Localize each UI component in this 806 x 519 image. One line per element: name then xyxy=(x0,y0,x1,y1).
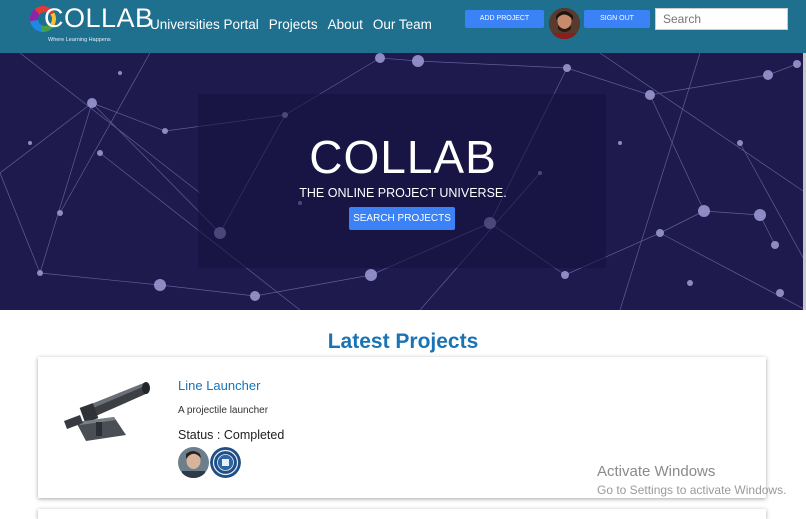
navbar: COLLAB Where Learning Happens Universiti… xyxy=(0,0,806,53)
nav-projects[interactable]: Projects xyxy=(269,17,318,32)
add-project-button[interactable]: ADD PROJECT xyxy=(465,10,544,28)
nav-universities-portal[interactable]: Universities Portal xyxy=(150,17,259,32)
activate-windows-title: Activate Windows xyxy=(597,463,716,480)
nav-about[interactable]: About xyxy=(328,17,363,32)
latest-projects-heading: Latest Projects xyxy=(327,330,479,353)
nav-our-team[interactable]: Our Team xyxy=(373,17,432,32)
activate-windows-subtitle: Go to Settings to activate Windows. xyxy=(597,483,787,497)
hero-subtitle: THE ONLINE PROJECT UNIVERSE. xyxy=(299,186,507,200)
search-projects-button[interactable]: SEARCH PROJECTS xyxy=(349,207,455,230)
search-input[interactable] xyxy=(655,8,788,30)
hero-banner: COLLAB THE ONLINE PROJECT UNIVERSE. SEAR… xyxy=(0,53,806,310)
university-seal-icon[interactable] xyxy=(210,447,241,478)
sign-out-button[interactable]: SIGN OUT xyxy=(584,10,650,28)
project-description: A projectile launcher xyxy=(178,405,269,416)
logo-text: COLLAB xyxy=(44,3,154,33)
collab-logo[interactable]: COLLAB Where Learning Happens xyxy=(30,3,153,46)
logo-tagline: Where Learning Happens xyxy=(48,37,111,43)
project-status: Status : Completed xyxy=(178,428,285,442)
project-title-link[interactable]: Line Launcher xyxy=(178,378,260,393)
hero-title: COLLAB xyxy=(309,131,497,183)
project-card[interactable] xyxy=(38,509,766,519)
nav-links: Universities Portal Projects About Our T… xyxy=(150,17,432,32)
user-avatar-icon[interactable] xyxy=(549,8,580,39)
project-thumbnail xyxy=(56,367,151,442)
member-avatar-icon[interactable] xyxy=(178,447,209,478)
